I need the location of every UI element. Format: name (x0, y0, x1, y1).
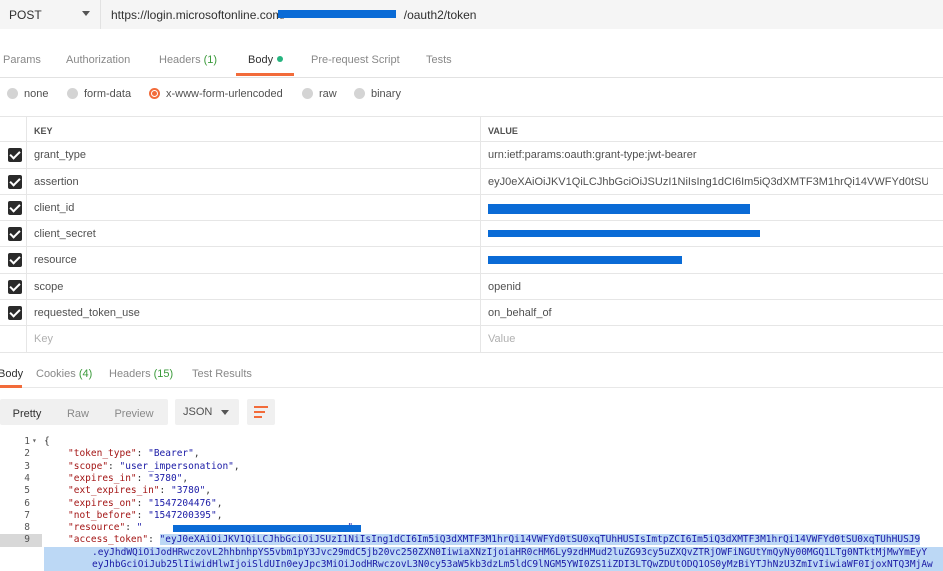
code-line: 5 "ext_expires_in": "3780", (24, 485, 212, 497)
table-row: requested_token_use on_behalf_of (0, 300, 943, 327)
code-line: 2 "token_type": "Bearer", (24, 448, 200, 460)
row-key: requested_token_use (34, 307, 140, 320)
row-value: openid (488, 280, 522, 293)
table-row: grant_type urn:ietf:params:oauth:grant-t… (0, 142, 943, 169)
code-line: 4 "expires_in": "3780", (24, 472, 189, 484)
row-key: client_secret (34, 228, 96, 241)
table-row: client_secret (0, 221, 943, 248)
table-row: resource (0, 247, 943, 274)
code-line: 9 "access_token": "eyJ0eXAiOiJKV1QiLCJhb… (0, 534, 943, 547)
tab-pre-request-script[interactable]: Pre-request Script (311, 54, 400, 66)
key-placeholder[interactable]: Key (34, 333, 53, 345)
tab-cookies[interactable]: Cookies (4) (36, 368, 92, 380)
chevron-down-icon (82, 11, 90, 16)
tab-tests[interactable]: Tests (426, 54, 452, 66)
radio-x-www-form-urlencoded[interactable]: x-www-form-urlencoded (149, 88, 283, 100)
tab-params[interactable]: Params (3, 54, 41, 66)
code-line: 8 "resource": "", (0, 522, 943, 534)
table-header: KEY VALUE (0, 116, 943, 143)
row-value: on_behalf_of (488, 307, 552, 320)
tab-authorization[interactable]: Authorization (66, 54, 130, 66)
modified-dot-icon (277, 56, 284, 62)
row-key: resource (34, 254, 77, 267)
radio-raw[interactable]: raw (302, 88, 337, 100)
row-key: client_id (34, 201, 75, 214)
tab-response-headers[interactable]: Headers (15) (109, 368, 173, 380)
tab-headers[interactable]: Headers (1) (159, 54, 217, 66)
params-table: KEY VALUE grant_type urn:ietf:params:oau… (0, 116, 943, 353)
row-key: grant_type (34, 149, 86, 162)
value-column-header: VALUE (488, 126, 518, 136)
code-line: eyJhbGciOiJub25lIiwidHlwIjoiSldUIn0eyJpc… (0, 559, 943, 571)
table-row: scope openid (0, 273, 943, 301)
radio-binary[interactable]: binary (354, 88, 401, 100)
code-line: 1 ▾ { (24, 435, 50, 447)
resource-redaction (173, 525, 361, 533)
request-tabs: Params Authorization Headers (1) Body Pr… (0, 42, 943, 78)
row-value: eyJ0eXAiOiJKV1QiLCJhbGciOiJSUzI1NiIsIng1… (488, 175, 928, 188)
body-mode-options: none form-data x-www-form-urlencoded raw… (0, 80, 943, 110)
code-line: 7 "not_before": "1547200395", (24, 509, 223, 521)
row-checkbox[interactable] (8, 253, 22, 268)
view-mode-group: Pretty Raw Preview (0, 399, 168, 425)
tab-test-results[interactable]: Test Results (192, 368, 252, 380)
table-row: client_id (0, 194, 943, 222)
value-redaction (488, 230, 760, 238)
raw-button[interactable]: Raw (54, 401, 102, 427)
response-view-bar: Pretty Raw Preview JSON (0, 397, 943, 429)
url-redaction (278, 10, 396, 18)
active-tab-indicator (0, 385, 22, 388)
row-checkbox[interactable] (8, 279, 22, 294)
value-redaction (488, 256, 682, 265)
key-column-header: KEY (34, 126, 53, 136)
table-row: assertion eyJ0eXAiOiJKV1QiLCJhbGciOiJSUz… (0, 168, 943, 195)
format-label: JSON (183, 406, 213, 418)
value-redaction (488, 203, 750, 214)
radio-none[interactable]: none (7, 88, 48, 100)
url-input[interactable]: https://login.microsoftonline.com//oauth… (101, 0, 943, 29)
fold-toggle-icon[interactable]: ▾ (32, 435, 37, 447)
code-line: 6 "expires_on": "1547204476", (24, 497, 223, 509)
row-key: scope (34, 280, 64, 293)
preview-button[interactable]: Preview (102, 401, 166, 427)
response-tabs: Body Cookies (4) Headers (15) Test Resul… (0, 362, 943, 388)
row-checkbox[interactable] (8, 306, 22, 321)
row-checkbox[interactable] (8, 200, 22, 215)
tab-response-body[interactable]: Body (0, 368, 23, 380)
radio-form-data[interactable]: form-data (67, 88, 131, 100)
row-value: urn:ietf:params:oauth:grant-type:jwt-bea… (488, 149, 697, 162)
request-bar: POST https://login.microsoftonline.com//… (0, 0, 943, 29)
value-placeholder[interactable]: Value (488, 333, 515, 345)
row-checkbox[interactable] (8, 227, 22, 242)
chevron-down-icon (221, 410, 229, 415)
method-label: POST (9, 8, 42, 22)
row-key: assertion (34, 175, 79, 188)
table-row-empty: Key Value (0, 326, 943, 353)
format-select[interactable]: JSON (175, 399, 239, 425)
code-line: 3 "scope": "user_impersonation", (24, 460, 240, 472)
response-body-viewer[interactable]: 1 ▾ { 2 "token_type": "Bearer", 3 "scope"… (0, 435, 943, 571)
row-checkbox[interactable] (8, 174, 22, 189)
method-select[interactable]: POST (0, 0, 101, 29)
active-tab-indicator (236, 73, 294, 76)
code-line: .eyJhdWQiOiJodHRwczovL2hhbnhpYS5vbm1pY3J… (0, 546, 943, 559)
pretty-button[interactable]: Pretty (0, 401, 54, 427)
tab-body[interactable]: Body (248, 54, 284, 66)
row-checkbox[interactable] (8, 148, 22, 163)
wrap-lines-icon[interactable] (247, 399, 275, 425)
